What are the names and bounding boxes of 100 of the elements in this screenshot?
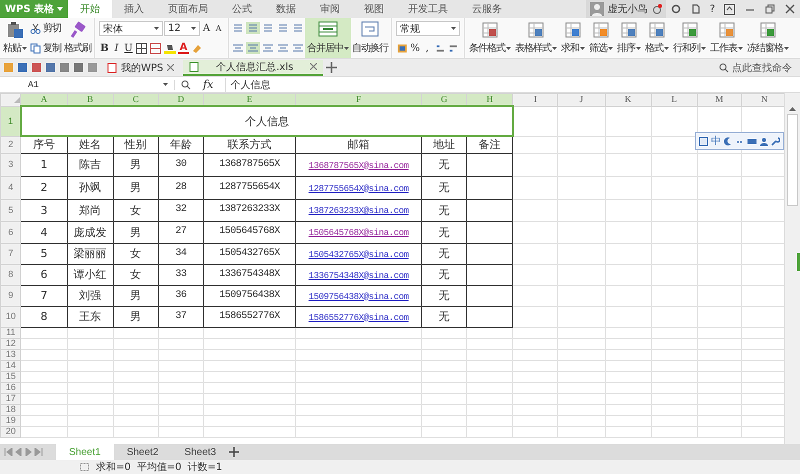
help-button[interactable]: ?: [706, 0, 719, 18]
function-button[interactable]: fx: [197, 78, 220, 91]
font-style-button[interactable]: U: [123, 42, 134, 55]
formula-field[interactable]: 个人信息: [225, 78, 800, 92]
column-header[interactable]: N: [741, 94, 784, 106]
ribbon-button[interactable]: 冻结窗格: [745, 18, 791, 58]
title-cell[interactable]: 个人信息: [20, 106, 513, 136]
scrollbar-thumb[interactable]: [787, 114, 798, 206]
row-header[interactable]: 3: [0, 153, 21, 176]
align-icon[interactable]: [231, 42, 245, 54]
wrap-text-button[interactable]: 自动换行: [351, 18, 389, 58]
borders-icon[interactable]: [136, 43, 147, 54]
menu-tab[interactable]: 开始: [68, 0, 112, 18]
row-header[interactable]: 19: [0, 415, 21, 426]
align-icon[interactable]: [231, 22, 245, 34]
column-header[interactable]: E: [203, 94, 296, 106]
close-icon[interactable]: [167, 64, 174, 71]
row-header[interactable]: 8: [0, 264, 21, 285]
ribbon-button[interactable]: 排序: [615, 18, 643, 58]
font-style-button[interactable]: B: [99, 42, 110, 55]
row-header[interactable]: 9: [0, 285, 21, 306]
menu-tab[interactable]: 审阅: [308, 0, 352, 18]
menu-tab[interactable]: 插入: [112, 0, 156, 18]
menu-tab[interactable]: 数据: [264, 0, 308, 18]
number-format-select[interactable]: 常规: [396, 21, 460, 36]
ribbon-button[interactable]: 工作表: [708, 18, 745, 58]
window-icon[interactable]: [724, 4, 735, 14]
command-search-field[interactable]: 点此查找命令: [719, 60, 800, 74]
shrink-font-button[interactable]: A: [213, 22, 224, 35]
row-header[interactable]: 16: [0, 382, 21, 393]
font-style-button[interactable]: I: [111, 42, 122, 55]
row-header[interactable]: 5: [0, 199, 21, 221]
quick-access-icon[interactable]: [31, 62, 42, 73]
close-icon[interactable]: [785, 4, 795, 14]
row-header[interactable]: 15: [0, 371, 21, 382]
ribbon-button[interactable]: 条件格式: [467, 18, 513, 58]
row-header[interactable]: 18: [0, 404, 21, 415]
menu-tab[interactable]: 页面布局: [156, 0, 220, 18]
paste-button[interactable]: 粘贴: [2, 18, 28, 58]
column-header[interactable]: G: [422, 94, 467, 106]
scroll-up-icon[interactable]: [789, 107, 796, 111]
percent-button[interactable]: %: [410, 42, 421, 55]
grow-font-button[interactable]: A: [201, 22, 212, 35]
font-color-button[interactable]: A: [178, 43, 189, 54]
cut-button[interactable]: 剪切: [28, 20, 63, 36]
row-header[interactable]: 4: [0, 176, 21, 199]
row-header[interactable]: 2: [0, 136, 21, 153]
column-header[interactable]: M: [697, 94, 742, 106]
restore-icon[interactable]: [765, 4, 775, 14]
align-icon[interactable]: [276, 42, 290, 54]
column-header[interactable]: H: [466, 94, 513, 106]
comma-button[interactable]: ,: [422, 42, 433, 55]
ribbon-button[interactable]: 行和列: [671, 18, 708, 58]
align-icon[interactable]: [261, 42, 275, 54]
sheet-tab[interactable]: Sheet3: [171, 444, 230, 460]
quick-access-icon[interactable]: [59, 62, 70, 73]
column-header[interactable]: B: [67, 94, 114, 106]
merge-center-button[interactable]: 合并居中: [305, 18, 351, 58]
align-icon[interactable]: [291, 42, 305, 54]
column-header[interactable]: J: [558, 94, 605, 106]
document-tab[interactable]: 我的WPS: [101, 60, 180, 76]
column-header[interactable]: F: [296, 94, 422, 106]
ime-toolbar[interactable]: 中: [695, 132, 784, 150]
row-header[interactable]: 13: [0, 349, 21, 360]
row-header[interactable]: 10: [0, 306, 21, 327]
menu-tab[interactable]: 视图: [352, 0, 396, 18]
ribbon-button[interactable]: 格式: [643, 18, 671, 58]
ribbon-button[interactable]: 求和: [559, 18, 587, 58]
column-header[interactable]: A: [20, 94, 68, 106]
cell-style-icon[interactable]: [150, 43, 161, 54]
align-icon[interactable]: [246, 22, 260, 34]
font-size-select[interactable]: 12: [164, 21, 200, 36]
quick-access-icon[interactable]: [73, 62, 84, 73]
add-sheet-icon[interactable]: [229, 447, 240, 457]
quick-access-icon[interactable]: [45, 62, 56, 73]
row-header[interactable]: 11: [0, 327, 21, 338]
menu-tab[interactable]: 开发工具: [396, 0, 460, 18]
column-header[interactable]: K: [605, 94, 652, 106]
row-header[interactable]: 17: [0, 393, 21, 404]
format-painter-button[interactable]: 格式刷: [63, 18, 92, 58]
column-header[interactable]: C: [113, 94, 158, 106]
align-icon[interactable]: [246, 42, 260, 54]
document-tab[interactable]: 个人信息汇总.xls: [183, 60, 324, 76]
vertical-scrollbar[interactable]: [784, 93, 800, 444]
row-header[interactable]: 20: [0, 426, 21, 437]
fill-color-icon[interactable]: [164, 43, 176, 54]
row-header[interactable]: 6: [0, 221, 21, 243]
copy-button[interactable]: 复制: [28, 40, 63, 56]
font-select[interactable]: 宋体: [99, 21, 163, 36]
row-header[interactable]: 14: [0, 360, 21, 371]
column-header[interactable]: I: [512, 94, 558, 106]
user-area[interactable]: 虚无小鸟: [586, 0, 666, 18]
ribbon-button[interactable]: 表格样式: [513, 18, 559, 58]
quick-access-icon[interactable]: [87, 62, 98, 73]
zoom-icon[interactable]: [181, 80, 191, 90]
name-box[interactable]: A1: [0, 80, 175, 90]
row-header[interactable]: 7: [0, 243, 21, 264]
column-header[interactable]: L: [651, 94, 698, 106]
add-tab-icon[interactable]: [326, 62, 338, 73]
row-header[interactable]: 12: [0, 338, 21, 349]
